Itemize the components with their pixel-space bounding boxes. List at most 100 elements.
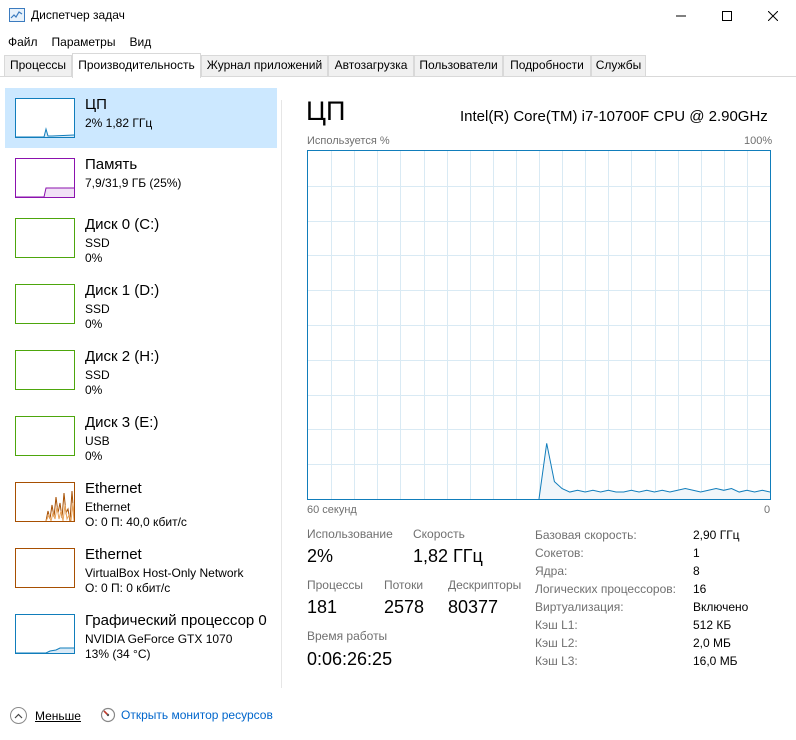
tab-app-history[interactable]: Журнал приложений [201,55,328,76]
title-bar[interactable]: Диспетчер задач [0,0,796,31]
window-title: Диспетчер задач [31,8,125,22]
resource-detail: 0% [85,449,103,463]
ethernet-thumbnail [15,548,75,588]
resource-cpu[interactable]: ЦП 2% 1,82 ГГц [5,88,277,148]
processes-value: 181 [307,597,338,617]
l3-cache-value: 16,0 МБ [693,654,738,668]
resource-title: ЦП [85,96,107,113]
fewer-details-button[interactable]: Меньше [10,707,81,724]
resource-detail: 0% [85,383,103,397]
resource-memory[interactable]: Память 7,9/31,9 ГБ (25%) [5,148,277,208]
threads-value: 2578 [384,597,425,617]
maximize-button[interactable] [704,0,750,31]
resource-detail: Ethernet [85,500,131,514]
resource-list: ЦП 2% 1,82 ГГц Память 7,9/31,9 ГБ (25%) … [5,86,277,686]
resource-detail: NVIDIA GeForce GTX 1070 [85,632,233,646]
close-icon [768,10,778,21]
resource-disk-1[interactable]: Диск 1 (D:) SSD 0% [5,274,277,334]
resource-monitor-icon [100,707,116,723]
chevron-up-icon [10,707,27,724]
logical-processors-value: 16 [693,582,707,596]
cpu-usage-chart [308,151,770,499]
resource-title: Графический процессор 0 [85,612,267,629]
resource-detail: VirtualBox Host-Only Network [85,566,244,580]
resource-detail: 0% [85,251,103,265]
fewer-details-label: Меньше [35,708,81,723]
panel-divider[interactable] [281,100,282,688]
cpu-usage-graph [307,150,771,500]
graph-axis-start: 60 секунд [307,504,357,516]
base-speed-label: Базовая скорость: [535,528,637,542]
l1-cache-label: Кэш L1: [535,618,578,632]
sockets-label: Сокетов: [535,546,584,560]
resource-gpu-0[interactable]: Графический процессор 0 NVIDIA GeForce G… [5,604,277,664]
resource-disk-3[interactable]: Диск 3 (E:) USB 0% [5,406,277,466]
tab-services[interactable]: Службы [591,55,646,76]
resource-title: Диск 2 (H:) [85,348,160,365]
resource-disk-0[interactable]: Диск 0 (C:) SSD 0% [5,208,277,268]
memory-thumbnail [15,158,75,198]
resource-detail: SSD [85,302,110,316]
processes-label: Процессы [307,578,364,592]
l2-cache-value: 2,0 МБ [693,636,731,650]
resource-detail: О: 0 П: 40,0 кбит/с [85,515,187,529]
handles-value: 80377 [448,597,499,617]
resource-detail: 7,9/31,9 ГБ (25%) [85,176,182,190]
l2-cache-label: Кэш L2: [535,636,578,650]
close-button[interactable] [750,0,796,31]
open-resource-monitor-label: Открыть монитор ресурсов [121,708,273,722]
tab-users[interactable]: Пользователи [414,55,503,76]
tab-strip: Процессы Производительность Журнал прило… [0,53,796,78]
menu-file[interactable]: Файл [4,35,42,49]
disk-thumbnail [15,416,75,456]
resource-title: Диск 3 (E:) [85,414,159,431]
cpu-model: Intel(R) Core(TM) i7-10700F CPU @ 2.90GH… [460,108,768,125]
tab-performance[interactable]: Производительность [72,53,201,78]
handles-label: Дескрипторы [448,578,522,592]
minimize-icon [676,15,686,16]
resource-ethernet-2[interactable]: Ethernet VirtualBox Host-Only Network О:… [5,538,277,598]
menu-options[interactable]: Параметры [48,35,120,49]
menu-bar: Файл Параметры Вид [0,31,796,53]
uptime-value: 0:06:26:25 [307,649,393,669]
resource-title: Диск 1 (D:) [85,282,160,299]
resource-title: Диск 0 (C:) [85,216,160,233]
usage-label: Использование [307,527,393,541]
tab-processes[interactable]: Процессы [4,55,72,76]
resource-title: Память [85,156,138,173]
cpu-thumbnail [15,98,75,138]
speed-label: Скорость [413,527,465,541]
resource-detail: О: 0 П: 0 кбит/с [85,581,171,595]
speed-value: 1,82 ГГц [413,546,483,566]
menu-view[interactable]: Вид [125,35,155,49]
resource-detail: 0% [85,317,103,331]
resource-title: Ethernet [85,480,142,497]
resource-disk-2[interactable]: Диск 2 (H:) SSD 0% [5,340,277,400]
ethernet-thumbnail [15,482,75,522]
tab-details[interactable]: Подробности [503,55,591,76]
graph-axis-end: 0 [764,504,771,516]
minimize-button[interactable] [658,0,704,31]
task-manager-icon [9,8,25,22]
sockets-value: 1 [693,546,700,560]
cores-value: 8 [693,564,700,578]
graph-label-max: 100% [744,135,773,147]
disk-thumbnail [15,284,75,324]
base-speed-value: 2,90 ГГц [693,528,740,542]
open-resource-monitor-link[interactable]: Открыть монитор ресурсов [100,707,273,723]
l1-cache-value: 512 КБ [693,618,732,632]
resource-detail: 13% (34 °C) [85,647,151,661]
resource-ethernet-1[interactable]: Ethernet Ethernet О: 0 П: 40,0 кбит/с [5,472,277,532]
uptime-label: Время работы [307,629,388,643]
logical-processors-label: Логических процессоров: [535,582,676,596]
cores-label: Ядра: [535,564,568,578]
tab-startup[interactable]: Автозагрузка [328,55,414,76]
footer: Меньше Открыть монитор ресурсов [0,700,796,732]
maximize-icon [722,10,732,21]
page-title: ЦП [306,96,346,126]
gpu-thumbnail [15,614,75,654]
virtualization-label: Виртуализация: [535,600,624,614]
l3-cache-label: Кэш L3: [535,654,578,668]
cpu-usage-line [538,443,770,499]
resource-title: Ethernet [85,546,142,563]
